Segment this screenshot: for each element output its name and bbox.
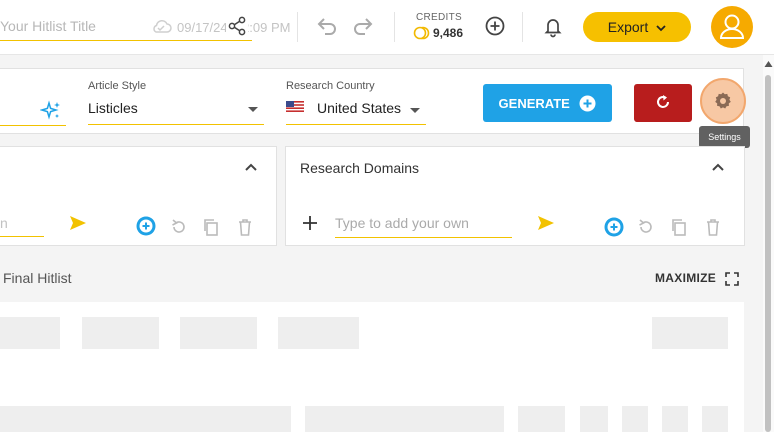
chevron-up-icon[interactable] xyxy=(244,162,258,172)
skeleton-cell xyxy=(305,406,504,432)
sparkle-icon[interactable] xyxy=(40,100,62,122)
plus-circle-icon[interactable] xyxy=(604,217,624,237)
export-button[interactable]: Export xyxy=(583,12,691,42)
toolbar-divider xyxy=(394,12,395,42)
us-flag-icon xyxy=(286,101,304,112)
maximize-button[interactable]: MAXIMIZE xyxy=(655,271,716,285)
toolbar-divider xyxy=(522,12,523,42)
maximize-icon[interactable] xyxy=(725,272,739,286)
article-style-label: Article Style xyxy=(88,80,147,92)
keyword-input-underline xyxy=(0,236,44,237)
copy-icon[interactable] xyxy=(201,217,221,237)
share-icon[interactable] xyxy=(226,15,248,37)
send-icon[interactable] xyxy=(68,213,88,233)
chevron-down-icon xyxy=(656,19,666,35)
domain-input-underline xyxy=(335,237,512,238)
skeleton-cell xyxy=(82,317,159,349)
credits-label: CREDITS xyxy=(416,12,462,23)
refresh-icon[interactable] xyxy=(636,217,656,237)
trash-icon[interactable] xyxy=(235,217,255,237)
add-circle-icon[interactable] xyxy=(484,15,506,37)
skeleton-cell xyxy=(580,406,608,432)
bell-icon[interactable] xyxy=(543,16,563,38)
skeleton-cell xyxy=(652,317,728,349)
final-hitlist-title: Final Hitlist xyxy=(3,270,72,286)
undo-icon[interactable] xyxy=(316,16,338,36)
send-icon[interactable] xyxy=(536,213,556,233)
cloud-icon xyxy=(153,19,172,33)
gear-icon xyxy=(715,92,731,108)
research-country-value[interactable]: United States xyxy=(317,100,401,116)
reset-button[interactable] xyxy=(634,84,692,122)
scrollbar-thumb[interactable] xyxy=(765,75,771,432)
research-country-label: Research Country xyxy=(286,80,375,92)
plus-icon[interactable] xyxy=(302,215,318,231)
title-underline xyxy=(0,40,252,41)
copy-icon[interactable] xyxy=(669,217,689,237)
dropdown-arrow-icon[interactable] xyxy=(248,107,258,113)
export-label: Export xyxy=(607,19,649,35)
generate-button[interactable]: GENERATE xyxy=(483,84,612,122)
skeleton-cell xyxy=(518,406,565,432)
dropdown-arrow-icon[interactable] xyxy=(410,108,420,114)
article-style-value[interactable]: Listicles xyxy=(88,100,138,116)
skeleton-cell xyxy=(622,406,648,432)
redo-icon[interactable] xyxy=(352,16,374,36)
domain-input[interactable] xyxy=(335,213,505,233)
research-domains-title: Research Domains xyxy=(300,160,420,176)
research-country-underline xyxy=(286,124,426,125)
avatar[interactable] xyxy=(711,6,753,48)
hitlist-title-input[interactable] xyxy=(0,16,150,36)
skeleton-cell xyxy=(0,406,291,432)
keyword-input-placeholder[interactable]: n xyxy=(0,215,8,231)
scroll-up-arrow-icon[interactable] xyxy=(764,60,773,68)
chevron-up-icon[interactable] xyxy=(711,162,725,172)
coin-icon xyxy=(413,26,430,40)
user-icon xyxy=(719,14,745,39)
skeleton-cell xyxy=(662,406,688,432)
article-style-underline xyxy=(88,124,264,125)
hitlist-table xyxy=(0,302,744,432)
plus-circle-icon xyxy=(579,95,596,111)
skeleton-cell xyxy=(702,406,728,432)
credits-value: 9,486 xyxy=(433,26,464,40)
prompt-field-underline xyxy=(0,125,66,126)
generate-label: GENERATE xyxy=(498,95,570,111)
trash-icon[interactable] xyxy=(703,217,723,237)
skeleton-cell xyxy=(278,317,359,349)
settings-button[interactable] xyxy=(700,78,746,124)
refresh-icon[interactable] xyxy=(169,217,189,237)
refresh-icon xyxy=(657,94,669,108)
skeleton-cell xyxy=(0,317,60,349)
skeleton-cell xyxy=(180,317,257,349)
toolbar-divider xyxy=(297,12,298,42)
settings-tooltip: Settings xyxy=(699,126,750,148)
plus-circle-icon[interactable] xyxy=(136,216,156,236)
